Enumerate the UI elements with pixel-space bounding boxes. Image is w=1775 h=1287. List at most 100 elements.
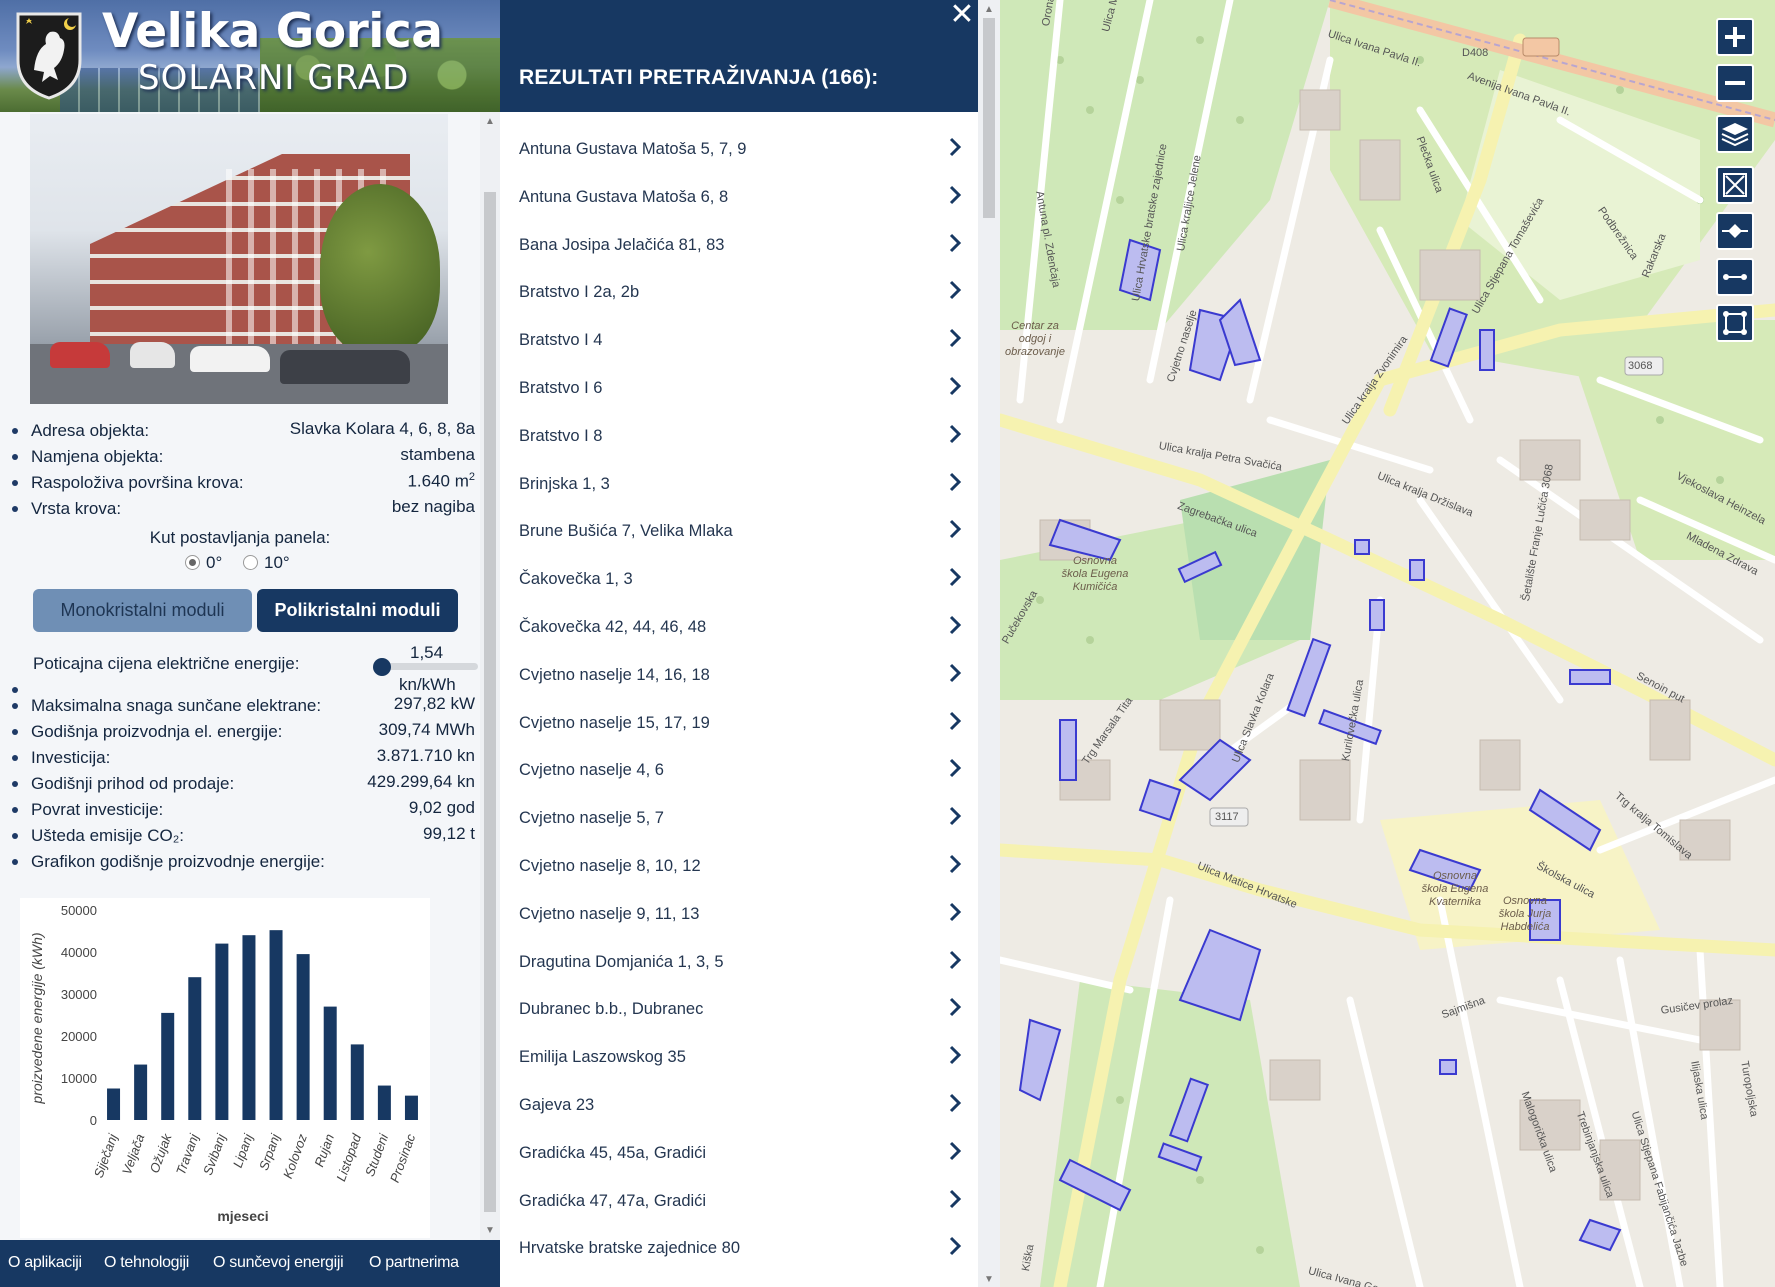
x-tick-label: Kolovoz bbox=[280, 1131, 310, 1180]
footer-link-about-app[interactable]: O aplikaciji bbox=[8, 1254, 82, 1272]
scroll-up-arrow-icon[interactable]: ▲ bbox=[984, 4, 994, 15]
mono-modules-button[interactable]: Monokristalni moduli bbox=[33, 589, 252, 632]
search-result-item[interactable]: Bratstvo I 6 bbox=[500, 363, 978, 411]
angle-radio-0[interactable] bbox=[185, 555, 200, 570]
chevron-right-icon[interactable] bbox=[946, 423, 964, 445]
search-result-item[interactable]: Dragutina Domjanića 1, 3, 5 bbox=[500, 937, 978, 985]
search-result-item[interactable]: Brune Bušića 7, Velika Mlaka bbox=[500, 506, 978, 554]
incentive-price-slider-track[interactable] bbox=[380, 663, 478, 670]
layers-button[interactable] bbox=[1716, 115, 1754, 153]
chevron-right-icon[interactable] bbox=[946, 853, 964, 875]
chevron-right-icon[interactable] bbox=[946, 327, 964, 349]
scrollbar-thumb[interactable] bbox=[983, 18, 995, 218]
scrollbar-thumb[interactable] bbox=[484, 192, 496, 1212]
angle-radio-10[interactable] bbox=[243, 555, 258, 570]
incentive-price-unit: kn/kWh bbox=[399, 675, 456, 694]
scroll-down-arrow-icon[interactable]: ▼ bbox=[485, 1225, 495, 1236]
chevron-right-icon[interactable] bbox=[946, 518, 964, 540]
chevron-right-icon[interactable] bbox=[946, 184, 964, 206]
x-tick-label: Lipanj bbox=[230, 1131, 256, 1170]
search-result-item[interactable]: Cvjetno naselje 15, 17, 19 bbox=[500, 698, 978, 746]
search-result-item[interactable]: Bana Josipa Jelačića 81, 83 bbox=[500, 220, 978, 268]
search-result-label: Cvjetno naselje 14, 16, 18 bbox=[519, 665, 710, 684]
chevron-right-icon[interactable] bbox=[946, 710, 964, 732]
search-result-label: Čakovečka 1, 3 bbox=[519, 570, 633, 589]
x-tick-label: Svibanj bbox=[200, 1131, 229, 1177]
y-tick-label: 0 bbox=[90, 1113, 97, 1128]
chevron-right-icon[interactable] bbox=[946, 1235, 964, 1257]
search-result-item[interactable]: Cvjetno naselje 9, 11, 13 bbox=[500, 889, 978, 937]
search-result-item[interactable]: Cvjetno naselje 14, 16, 18 bbox=[500, 650, 978, 698]
chevron-right-icon[interactable] bbox=[946, 136, 964, 158]
search-result-item[interactable]: Cvjetno naselje 5, 7 bbox=[500, 793, 978, 841]
search-result-item[interactable]: Antuna Gustava Matoša 6, 8 bbox=[500, 172, 978, 220]
zoom-out-button[interactable] bbox=[1716, 64, 1754, 102]
result-row: Maksimalna snaga sunčane elektrane: 297,8… bbox=[10, 694, 475, 720]
chevron-right-icon[interactable] bbox=[946, 1092, 964, 1114]
chevron-right-icon[interactable] bbox=[946, 375, 964, 397]
chevron-right-icon[interactable] bbox=[946, 566, 964, 588]
search-result-item[interactable]: Bratstvo I 2a, 2b bbox=[500, 267, 978, 315]
left-panel-scrollbar[interactable]: ▲ ▼ bbox=[480, 112, 500, 1240]
chevron-right-icon[interactable] bbox=[946, 614, 964, 636]
search-result-label: Cvjetno naselje 4, 6 bbox=[519, 761, 664, 780]
map-view[interactable]: Avenija Ivana Pavla II. Ulica Ivana Pavla… bbox=[1000, 0, 1775, 1287]
search-result-item[interactable]: Cvjetno naselje 8, 10, 12 bbox=[500, 841, 978, 889]
search-result-item[interactable]: Gradićka 47, 47a, Gradići bbox=[500, 1176, 978, 1224]
measure-area-button[interactable] bbox=[1716, 304, 1754, 342]
search-result-item[interactable]: Gajeva 23 bbox=[500, 1080, 978, 1128]
chevron-right-icon[interactable] bbox=[946, 232, 964, 254]
search-result-item[interactable]: Dubranec b.b., Dubranec bbox=[500, 984, 978, 1032]
chevron-right-icon[interactable] bbox=[946, 1044, 964, 1066]
bar bbox=[188, 977, 202, 1120]
roof-area-value: 1.640 m2 bbox=[407, 471, 475, 492]
search-result-item[interactable]: Bratstvo I 8 bbox=[500, 411, 978, 459]
place-label: Osnovna škola Eugena Kumičića bbox=[1061, 555, 1129, 593]
chevron-right-icon[interactable] bbox=[946, 1188, 964, 1210]
map-canvas[interactable] bbox=[1000, 0, 1775, 1287]
chevron-right-icon[interactable] bbox=[946, 662, 964, 684]
result-row: Povrat investicije: 9,02 god bbox=[10, 798, 475, 824]
search-result-item[interactable]: Hrvatske bratske zajednice 80 bbox=[500, 1223, 978, 1271]
production-chart-svg: 0 10000 20000 30000 40000 50000 SiječanjVeljač… bbox=[29, 903, 418, 1224]
x-tick-label: Listopad bbox=[333, 1131, 364, 1183]
chevron-right-icon[interactable] bbox=[946, 279, 964, 301]
incentive-price-slider-handle[interactable] bbox=[373, 658, 391, 676]
bar bbox=[107, 1088, 121, 1120]
result-label: Godišnja proizvodnja el. energije: bbox=[31, 722, 283, 741]
y-tick-label: 10000 bbox=[61, 1071, 97, 1086]
search-result-item[interactable]: Brinjska 1, 3 bbox=[500, 459, 978, 507]
search-result-item[interactable]: Čakovečka 1, 3 bbox=[500, 554, 978, 602]
zoom-in-button[interactable] bbox=[1716, 18, 1754, 56]
footer-link-about-technology[interactable]: O tehnologiji bbox=[104, 1254, 189, 1272]
scroll-up-arrow-icon[interactable]: ▲ bbox=[485, 116, 495, 127]
search-result-label: Bratstvo I 6 bbox=[519, 378, 603, 397]
chevron-right-icon[interactable] bbox=[946, 757, 964, 779]
building-photo bbox=[30, 114, 448, 404]
chevron-right-icon[interactable] bbox=[946, 996, 964, 1018]
search-result-item[interactable]: Čakovečka 42, 44, 46, 48 bbox=[500, 602, 978, 650]
angle-option-0[interactable]: 0° bbox=[185, 553, 222, 572]
search-result-item[interactable]: Antuna Gustava Matoša 5, 7, 9 bbox=[500, 124, 978, 172]
calculation-results: Maksimalna snaga sunčane elektrane: 297,8… bbox=[10, 694, 475, 876]
angle-option-10[interactable]: 10° bbox=[243, 553, 290, 572]
full-extent-button[interactable] bbox=[1716, 166, 1754, 204]
footer-link-about-solar-energy[interactable]: O sunčevoj energiji bbox=[213, 1254, 344, 1272]
search-result-item[interactable]: Bratstvo I 4 bbox=[500, 315, 978, 363]
zoom-to-selection-button[interactable] bbox=[1716, 212, 1754, 250]
close-icon[interactable]: ✕ bbox=[948, 0, 976, 32]
results-scrollbar[interactable]: ▲ ▼ bbox=[978, 0, 1000, 1287]
chevron-right-icon[interactable] bbox=[946, 471, 964, 493]
incentive-price-label: Poticajna cijena električne energije: bbox=[33, 654, 300, 673]
scroll-down-arrow-icon[interactable]: ▼ bbox=[984, 1274, 994, 1285]
poly-modules-button[interactable]: Polikristalni moduli bbox=[257, 589, 458, 632]
chevron-right-icon[interactable] bbox=[946, 901, 964, 923]
chevron-right-icon[interactable] bbox=[946, 949, 964, 971]
measure-distance-button[interactable] bbox=[1716, 258, 1754, 296]
search-result-item[interactable]: Gradićka 45, 45a, Gradići bbox=[500, 1128, 978, 1176]
footer-link-about-partners[interactable]: O partnerima bbox=[369, 1254, 459, 1272]
chevron-right-icon[interactable] bbox=[946, 805, 964, 827]
search-result-item[interactable]: Cvjetno naselje 4, 6 bbox=[500, 745, 978, 793]
chevron-right-icon[interactable] bbox=[946, 1140, 964, 1162]
search-result-item[interactable]: Emilija Laszowskog 35 bbox=[500, 1032, 978, 1080]
